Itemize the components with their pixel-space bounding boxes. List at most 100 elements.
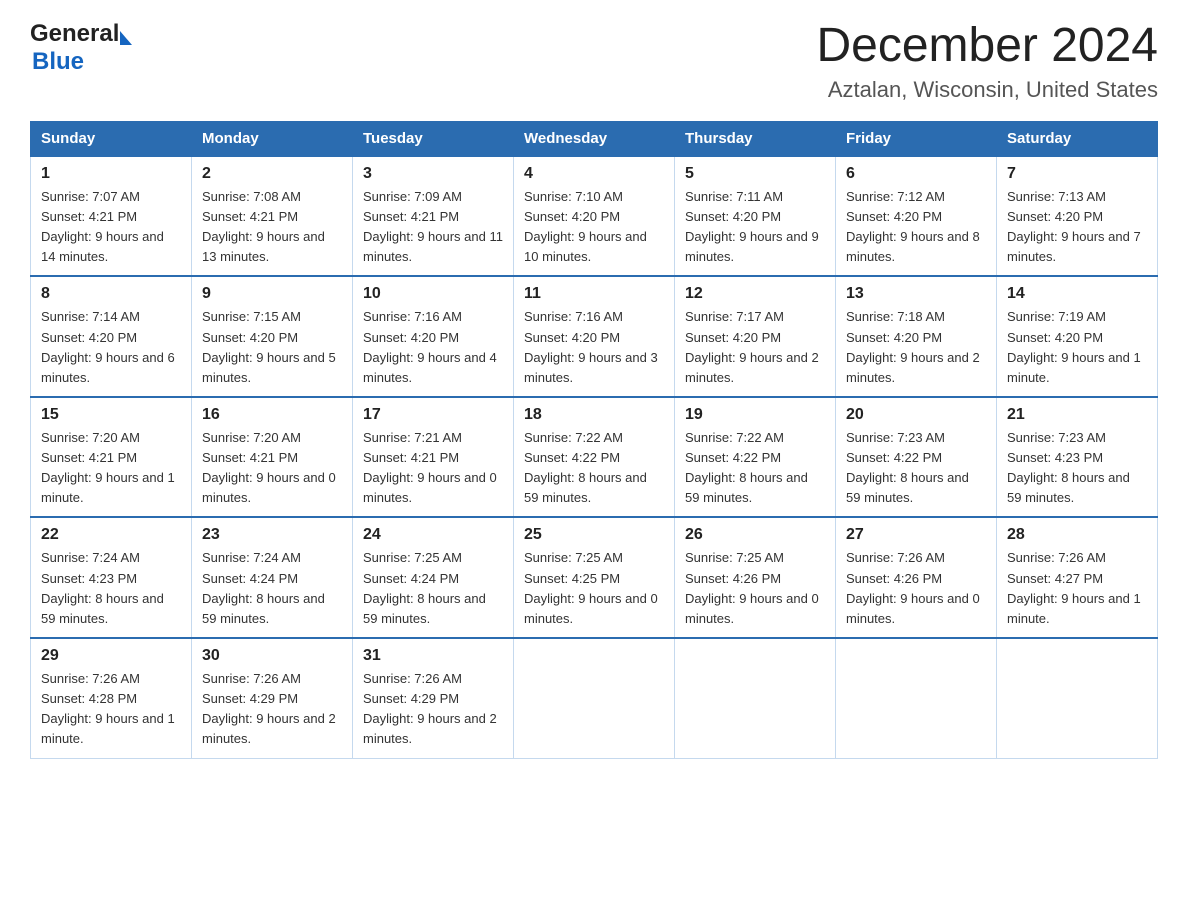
calendar-cell: 23 Sunrise: 7:24 AMSunset: 4:24 PMDaylig… — [192, 517, 353, 638]
calendar-cell: 24 Sunrise: 7:25 AMSunset: 4:24 PMDaylig… — [353, 517, 514, 638]
day-info: Sunrise: 7:11 AMSunset: 4:20 PMDaylight:… — [685, 189, 819, 264]
calendar-cell — [836, 638, 997, 758]
day-number: 26 — [685, 526, 825, 544]
day-info: Sunrise: 7:14 AMSunset: 4:20 PMDaylight:… — [41, 309, 175, 384]
weekday-header-thursday: Thursday — [675, 121, 836, 156]
weekday-header-friday: Friday — [836, 121, 997, 156]
calendar-cell: 10 Sunrise: 7:16 AMSunset: 4:20 PMDaylig… — [353, 276, 514, 397]
day-info: Sunrise: 7:22 AMSunset: 4:22 PMDaylight:… — [685, 430, 808, 505]
calendar-week-1: 1 Sunrise: 7:07 AMSunset: 4:21 PMDayligh… — [31, 156, 1158, 277]
logo-blue-text: Blue — [32, 48, 84, 76]
weekday-header-monday: Monday — [192, 121, 353, 156]
calendar-cell: 12 Sunrise: 7:17 AMSunset: 4:20 PMDaylig… — [675, 276, 836, 397]
calendar-cell: 8 Sunrise: 7:14 AMSunset: 4:20 PMDayligh… — [31, 276, 192, 397]
day-number: 10 — [363, 285, 503, 303]
day-info: Sunrise: 7:16 AMSunset: 4:20 PMDaylight:… — [524, 309, 658, 384]
weekday-header-sunday: Sunday — [31, 121, 192, 156]
day-number: 20 — [846, 406, 986, 424]
day-number: 4 — [524, 165, 664, 183]
calendar-cell: 25 Sunrise: 7:25 AMSunset: 4:25 PMDaylig… — [514, 517, 675, 638]
day-info: Sunrise: 7:09 AMSunset: 4:21 PMDaylight:… — [363, 189, 503, 264]
day-number: 2 — [202, 165, 342, 183]
calendar-cell: 7 Sunrise: 7:13 AMSunset: 4:20 PMDayligh… — [997, 156, 1158, 277]
day-info: Sunrise: 7:15 AMSunset: 4:20 PMDaylight:… — [202, 309, 336, 384]
calendar-cell — [514, 638, 675, 758]
day-info: Sunrise: 7:16 AMSunset: 4:20 PMDaylight:… — [363, 309, 497, 384]
day-number: 3 — [363, 165, 503, 183]
calendar-week-2: 8 Sunrise: 7:14 AMSunset: 4:20 PMDayligh… — [31, 276, 1158, 397]
calendar-cell: 3 Sunrise: 7:09 AMSunset: 4:21 PMDayligh… — [353, 156, 514, 277]
day-number: 25 — [524, 526, 664, 544]
day-number: 29 — [41, 647, 181, 665]
calendar-week-4: 22 Sunrise: 7:24 AMSunset: 4:23 PMDaylig… — [31, 517, 1158, 638]
day-info: Sunrise: 7:25 AMSunset: 4:24 PMDaylight:… — [363, 550, 486, 625]
day-number: 22 — [41, 526, 181, 544]
day-number: 16 — [202, 406, 342, 424]
day-info: Sunrise: 7:26 AMSunset: 4:27 PMDaylight:… — [1007, 550, 1141, 625]
day-info: Sunrise: 7:19 AMSunset: 4:20 PMDaylight:… — [1007, 309, 1141, 384]
day-number: 15 — [41, 406, 181, 424]
calendar-cell: 6 Sunrise: 7:12 AMSunset: 4:20 PMDayligh… — [836, 156, 997, 277]
weekday-header-tuesday: Tuesday — [353, 121, 514, 156]
calendar-week-5: 29 Sunrise: 7:26 AMSunset: 4:28 PMDaylig… — [31, 638, 1158, 758]
calendar-cell: 31 Sunrise: 7:26 AMSunset: 4:29 PMDaylig… — [353, 638, 514, 758]
day-number: 30 — [202, 647, 342, 665]
logo: General Blue — [30, 20, 132, 76]
day-number: 8 — [41, 285, 181, 303]
day-info: Sunrise: 7:08 AMSunset: 4:21 PMDaylight:… — [202, 189, 325, 264]
day-info: Sunrise: 7:22 AMSunset: 4:22 PMDaylight:… — [524, 430, 647, 505]
day-number: 11 — [524, 285, 664, 303]
day-number: 31 — [363, 647, 503, 665]
day-number: 27 — [846, 526, 986, 544]
day-info: Sunrise: 7:25 AMSunset: 4:25 PMDaylight:… — [524, 550, 658, 625]
calendar-table: SundayMondayTuesdayWednesdayThursdayFrid… — [30, 121, 1158, 759]
day-info: Sunrise: 7:23 AMSunset: 4:22 PMDaylight:… — [846, 430, 969, 505]
day-info: Sunrise: 7:25 AMSunset: 4:26 PMDaylight:… — [685, 550, 819, 625]
calendar-cell: 20 Sunrise: 7:23 AMSunset: 4:22 PMDaylig… — [836, 397, 997, 518]
calendar-cell: 27 Sunrise: 7:26 AMSunset: 4:26 PMDaylig… — [836, 517, 997, 638]
weekday-header-row: SundayMondayTuesdayWednesdayThursdayFrid… — [31, 121, 1158, 156]
day-info: Sunrise: 7:20 AMSunset: 4:21 PMDaylight:… — [202, 430, 336, 505]
day-number: 1 — [41, 165, 181, 183]
day-info: Sunrise: 7:10 AMSunset: 4:20 PMDaylight:… — [524, 189, 647, 264]
calendar-cell: 18 Sunrise: 7:22 AMSunset: 4:22 PMDaylig… — [514, 397, 675, 518]
day-info: Sunrise: 7:21 AMSunset: 4:21 PMDaylight:… — [363, 430, 497, 505]
day-number: 21 — [1007, 406, 1147, 424]
day-number: 23 — [202, 526, 342, 544]
day-number: 9 — [202, 285, 342, 303]
day-number: 13 — [846, 285, 986, 303]
calendar-cell: 2 Sunrise: 7:08 AMSunset: 4:21 PMDayligh… — [192, 156, 353, 277]
day-info: Sunrise: 7:07 AMSunset: 4:21 PMDaylight:… — [41, 189, 164, 264]
calendar-cell: 11 Sunrise: 7:16 AMSunset: 4:20 PMDaylig… — [514, 276, 675, 397]
title-block: December 2024 Aztalan, Wisconsin, United… — [816, 20, 1158, 103]
day-number: 14 — [1007, 285, 1147, 303]
logo-triangle-icon — [120, 31, 132, 45]
calendar-cell: 26 Sunrise: 7:25 AMSunset: 4:26 PMDaylig… — [675, 517, 836, 638]
calendar-cell: 21 Sunrise: 7:23 AMSunset: 4:23 PMDaylig… — [997, 397, 1158, 518]
day-info: Sunrise: 7:18 AMSunset: 4:20 PMDaylight:… — [846, 309, 980, 384]
day-number: 17 — [363, 406, 503, 424]
page-header: General Blue December 2024 Aztalan, Wisc… — [30, 20, 1158, 103]
calendar-cell: 5 Sunrise: 7:11 AMSunset: 4:20 PMDayligh… — [675, 156, 836, 277]
calendar-cell: 9 Sunrise: 7:15 AMSunset: 4:20 PMDayligh… — [192, 276, 353, 397]
calendar-cell: 19 Sunrise: 7:22 AMSunset: 4:22 PMDaylig… — [675, 397, 836, 518]
calendar-cell: 14 Sunrise: 7:19 AMSunset: 4:20 PMDaylig… — [997, 276, 1158, 397]
calendar-cell: 16 Sunrise: 7:20 AMSunset: 4:21 PMDaylig… — [192, 397, 353, 518]
calendar-cell: 13 Sunrise: 7:18 AMSunset: 4:20 PMDaylig… — [836, 276, 997, 397]
day-info: Sunrise: 7:20 AMSunset: 4:21 PMDaylight:… — [41, 430, 175, 505]
day-info: Sunrise: 7:23 AMSunset: 4:23 PMDaylight:… — [1007, 430, 1130, 505]
day-info: Sunrise: 7:24 AMSunset: 4:24 PMDaylight:… — [202, 550, 325, 625]
calendar-cell: 29 Sunrise: 7:26 AMSunset: 4:28 PMDaylig… — [31, 638, 192, 758]
calendar-cell: 28 Sunrise: 7:26 AMSunset: 4:27 PMDaylig… — [997, 517, 1158, 638]
day-number: 12 — [685, 285, 825, 303]
calendar-cell: 30 Sunrise: 7:26 AMSunset: 4:29 PMDaylig… — [192, 638, 353, 758]
calendar-cell — [997, 638, 1158, 758]
day-info: Sunrise: 7:12 AMSunset: 4:20 PMDaylight:… — [846, 189, 980, 264]
calendar-cell: 4 Sunrise: 7:10 AMSunset: 4:20 PMDayligh… — [514, 156, 675, 277]
calendar-week-3: 15 Sunrise: 7:20 AMSunset: 4:21 PMDaylig… — [31, 397, 1158, 518]
location-subtitle: Aztalan, Wisconsin, United States — [816, 77, 1158, 103]
day-info: Sunrise: 7:26 AMSunset: 4:28 PMDaylight:… — [41, 671, 175, 746]
day-number: 19 — [685, 406, 825, 424]
day-number: 28 — [1007, 526, 1147, 544]
calendar-cell: 17 Sunrise: 7:21 AMSunset: 4:21 PMDaylig… — [353, 397, 514, 518]
